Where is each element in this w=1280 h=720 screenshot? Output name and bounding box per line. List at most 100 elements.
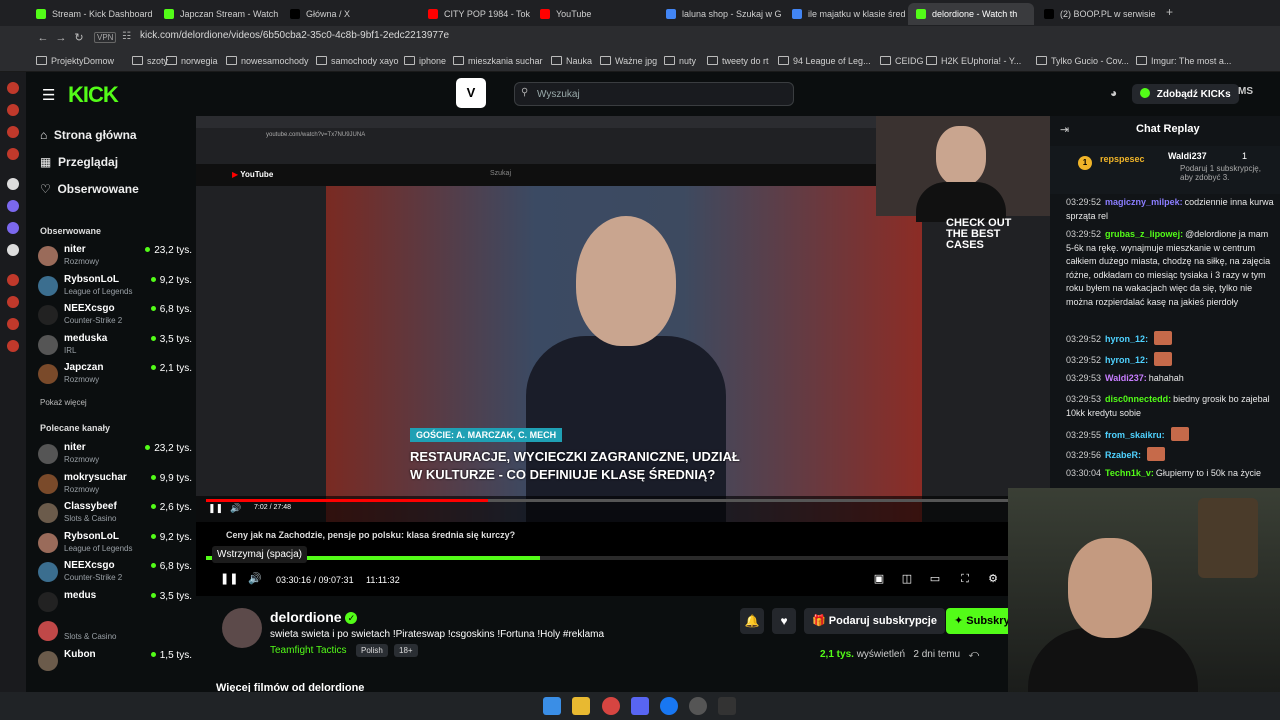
browser-tab[interactable]: Główna / X <box>282 3 418 25</box>
bookmark-item[interactable]: iphone <box>404 56 446 66</box>
rail-app-icon[interactable] <box>7 318 19 330</box>
browser-tab[interactable]: YouTube <box>532 3 656 25</box>
rail-app-icon[interactable] <box>7 148 19 160</box>
channel-item[interactable]: Classybeef Slots & Casino 2,6 tys. <box>36 499 196 527</box>
theater-mode-icon[interactable]: ◕ <box>1110 86 1117 100</box>
bookmark-item[interactable]: norwegia <box>166 56 218 66</box>
channel-item[interactable]: RybsonLoL League of Legends 9,2 tys. <box>36 272 196 300</box>
bookmark-item[interactable]: Nauka <box>551 56 592 66</box>
discord-icon[interactable] <box>631 697 649 715</box>
forward-icon[interactable]: → <box>54 31 68 45</box>
chat-username[interactable]: hyron_12: <box>1105 334 1148 344</box>
bookmark-item[interactable]: 94 League of Leg... <box>778 56 871 66</box>
browser-tab[interactable]: laluna shop - Szukaj w G <box>658 3 782 25</box>
bookmark-item[interactable]: mieszkania suchar <box>453 56 543 66</box>
channel-item[interactable]: meduska IRL 3,5 tys. <box>36 331 196 359</box>
extension-logo-icon[interactable]: V <box>456 78 486 108</box>
rail-app-icon[interactable] <box>7 222 19 234</box>
chat-username[interactable]: disc0nnectedd: <box>1105 394 1171 404</box>
rail-app-icon[interactable] <box>7 340 19 352</box>
facebook-icon[interactable] <box>660 697 678 715</box>
kick-progress-bar[interactable] <box>206 556 1040 560</box>
start-icon[interactable] <box>543 697 561 715</box>
new-tab-icon[interactable]: + <box>1166 5 1173 19</box>
rail-app-icon[interactable] <box>7 296 19 308</box>
tag-language[interactable]: Polish <box>356 644 388 657</box>
clip-icon[interactable]: ▣ <box>872 572 886 586</box>
stream-category[interactable]: Teamfight Tactics <box>270 645 347 656</box>
rail-app-icon[interactable] <box>7 178 19 190</box>
browser-tab[interactable]: ile majatku w klasie śred <box>784 3 906 25</box>
chat-username[interactable]: grubas_z_lipowej: <box>1105 229 1183 239</box>
volume-icon[interactable]: 🔊 <box>248 572 262 586</box>
bookmark-item[interactable]: Tylko Gucio - Cov... <box>1036 56 1129 66</box>
site-info-icon[interactable]: ☷ <box>122 31 131 42</box>
bookmark-item[interactable]: tweety do rt <box>707 56 769 66</box>
opera-icon[interactable] <box>602 697 620 715</box>
reload-icon[interactable]: ↻ <box>72 31 86 45</box>
bookmark-item[interactable]: szoty <box>132 56 168 66</box>
get-kicks-button[interactable]: Zdobądź KICKs <box>1132 84 1239 104</box>
browser-tab[interactable]: delordione - Watch th <box>908 3 1034 25</box>
url-field[interactable]: kick.com/delordione/videos/6b50cba2-35c0… <box>140 30 449 41</box>
bookmark-item[interactable]: Imgur: The most a... <box>1136 56 1231 66</box>
notification-bell-icon[interactable]: 🔔 <box>740 608 764 634</box>
channel-item[interactable]: Slots & Casino <box>36 617 196 645</box>
bookmark-item[interactable]: CEIDG <box>880 56 924 66</box>
streamer-name[interactable]: delordione ✓ <box>270 609 358 625</box>
follow-heart-icon[interactable]: ♥ <box>772 608 796 634</box>
fullscreen-icon[interactable]: ⛶ <box>958 572 972 586</box>
rail-app-icon[interactable] <box>7 82 19 94</box>
browser-tab[interactable]: (2) BOOP.PL w serwisie <box>1036 3 1156 25</box>
settings-icon[interactable]: ⚙ <box>986 572 1000 586</box>
bookmark-item[interactable]: Ważne jpg <box>600 56 657 66</box>
rail-app-icon[interactable] <box>7 126 19 138</box>
channel-item[interactable]: niter Rozmowy 23,2 tys. <box>36 242 196 270</box>
steam-icon[interactable] <box>689 697 707 715</box>
bookmark-item[interactable]: H2K EUphoria! - Y... <box>926 56 1021 66</box>
chat-username[interactable]: magiczny_milpek: <box>1105 197 1183 207</box>
collapse-chat-icon[interactable]: ⇥ <box>1060 123 1069 136</box>
channel-item[interactable]: Japczan Rozmowy 2,1 tys. <box>36 360 196 388</box>
bookmark-item[interactable]: nuty <box>664 56 696 66</box>
show-more-link[interactable]: Pokaż więcej <box>40 398 87 407</box>
browser-tab[interactable]: CITY POP 1984 - Tokyo <box>420 3 530 25</box>
channel-item[interactable]: RybsonLoL League of Legends 9,2 tys. <box>36 529 196 557</box>
browser-tab[interactable]: Japczan Stream - Watch <box>156 3 280 25</box>
rail-app-icon[interactable] <box>7 200 19 212</box>
channel-item[interactable]: mokrysuchar Rozmowy 9,9 tys. <box>36 470 196 498</box>
search-input[interactable]: ⚲ Wyszukaj <box>514 82 794 106</box>
channel-item[interactable]: NEEXcsgo Counter-Strike 2 6,8 tys. <box>36 301 196 329</box>
terminal-icon[interactable] <box>718 697 736 715</box>
channel-item[interactable]: NEEXcsgo Counter-Strike 2 6,8 tys. <box>36 558 196 586</box>
theater-icon[interactable]: ▭ <box>928 572 942 586</box>
nav-following[interactable]: ♡ Obserwowane <box>40 182 139 196</box>
subscribe-button[interactable]: ✦ Subskrybuj <box>946 608 1008 634</box>
chat-username[interactable]: Techn1k_v: <box>1105 468 1154 478</box>
nav-browse[interactable]: ▦ Przeglądaj <box>40 155 118 169</box>
video-player[interactable]: youtube.com/watch?v=Tx7NU9JUNA ▶ YouTube… <box>196 116 1050 596</box>
channel-item[interactable]: niter Rozmowy 23,2 tys. <box>36 440 196 468</box>
nav-home[interactable]: ⌂ Strona główna <box>40 128 137 142</box>
bookmark-item[interactable]: nowesamochody <box>226 56 309 66</box>
chat-username[interactable]: Waldi237: <box>1105 373 1147 383</box>
pinned-user-1[interactable]: repspesec <box>1100 154 1145 164</box>
chat-username[interactable]: hyron_12: <box>1105 355 1148 365</box>
file-explorer-icon[interactable] <box>572 697 590 715</box>
rail-app-icon[interactable] <box>7 274 19 286</box>
menu-icon[interactable]: ☰ <box>42 86 55 104</box>
browser-tab[interactable]: Stream - Kick Dashboard <box>28 3 154 25</box>
channel-item[interactable]: medus 3,5 tys. <box>36 588 196 616</box>
channel-item[interactable]: Kubon 1,5 tys. <box>36 647 196 675</box>
vpn-badge[interactable]: VPN <box>94 32 117 43</box>
rail-app-icon[interactable] <box>7 104 19 116</box>
rail-app-icon[interactable] <box>7 244 19 256</box>
bookmark-item[interactable]: samochody xayo <box>316 56 399 66</box>
streamer-avatar[interactable] <box>222 608 262 648</box>
kick-logo[interactable]: KICK <box>68 82 119 108</box>
pinned-user-2[interactable]: Waldi237 <box>1168 151 1207 161</box>
chat-username[interactable]: from_skaikru: <box>1105 430 1165 440</box>
share-icon[interactable]: ⤺ <box>968 649 979 660</box>
tag-age[interactable]: 18+ <box>394 644 418 657</box>
bookmark-item[interactable]: ProjektyDomow <box>36 56 114 66</box>
